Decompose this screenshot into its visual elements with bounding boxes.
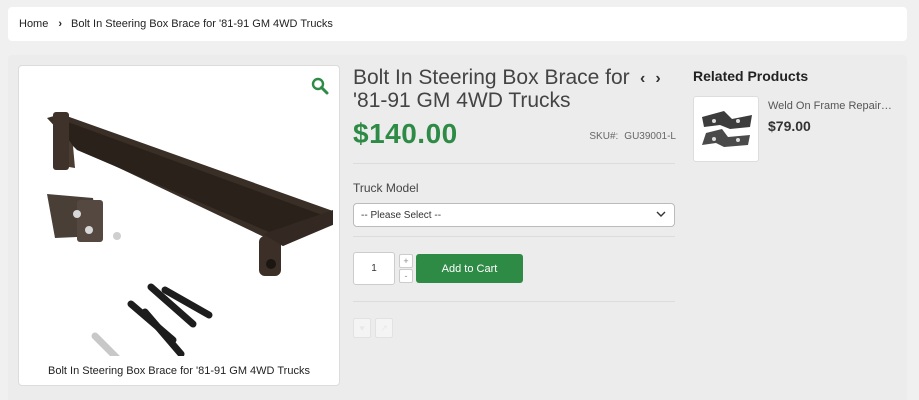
product-price: $140.00 [353, 118, 458, 149]
related-product-card[interactable]: Weld On Frame Repair Brackets $79.00 [693, 96, 894, 162]
related-products-title: Related Products [693, 68, 809, 84]
product-title: Bolt In Steering Box Brace for '81-91 GM… [353, 66, 630, 112]
related-product-image[interactable] [693, 96, 759, 162]
truck-model-label: Truck Model [353, 181, 419, 195]
breadcrumb-current: Bolt In Steering Box Brace for '81-91 GM… [71, 18, 333, 30]
divider [353, 236, 675, 237]
product-sku: SKU#: GU39001-L [589, 131, 676, 142]
breadcrumb: Home › Bolt In Steering Box Brace for '8… [8, 7, 907, 41]
related-product-thumbnail [702, 111, 752, 147]
heart-icon[interactable]: ♥ [353, 318, 371, 338]
chevron-right-icon: › [58, 18, 63, 30]
sku-label: SKU#: [589, 131, 619, 142]
product-image-caption: Bolt In Steering Box Brace for '81-91 GM… [48, 365, 310, 377]
quantity-increment-button[interactable]: + [399, 254, 413, 268]
truck-model-select[interactable]: -- Please Select -- [353, 203, 675, 227]
chevron-left-icon[interactable]: ‹ [640, 70, 645, 87]
zoom-icon[interactable] [311, 77, 329, 95]
related-product-name[interactable]: Weld On Frame Repair Brackets [768, 100, 894, 112]
breadcrumb-home-link[interactable]: Home [19, 18, 48, 30]
chevron-right-icon[interactable]: › [655, 70, 660, 87]
product-image [47, 112, 333, 356]
add-to-cart-button[interactable]: Add to Cart [416, 254, 523, 283]
product-nav: ‹ › [640, 70, 671, 88]
related-product-price: $79.00 [768, 118, 811, 134]
quantity-decrement-button[interactable]: - [399, 269, 413, 283]
social-buttons: ♥ ↗ [353, 318, 393, 338]
chevron-down-icon [656, 211, 666, 217]
truck-model-selected: -- Please Select -- [361, 209, 442, 221]
product-image-card[interactable]: Bolt In Steering Box Brace for '81-91 GM… [18, 65, 340, 386]
sku-value: GU39001-L [624, 131, 676, 142]
quantity-input[interactable]: 1 [353, 252, 395, 285]
divider [353, 163, 675, 164]
share-icon[interactable]: ↗ [375, 318, 393, 338]
divider [353, 301, 675, 302]
